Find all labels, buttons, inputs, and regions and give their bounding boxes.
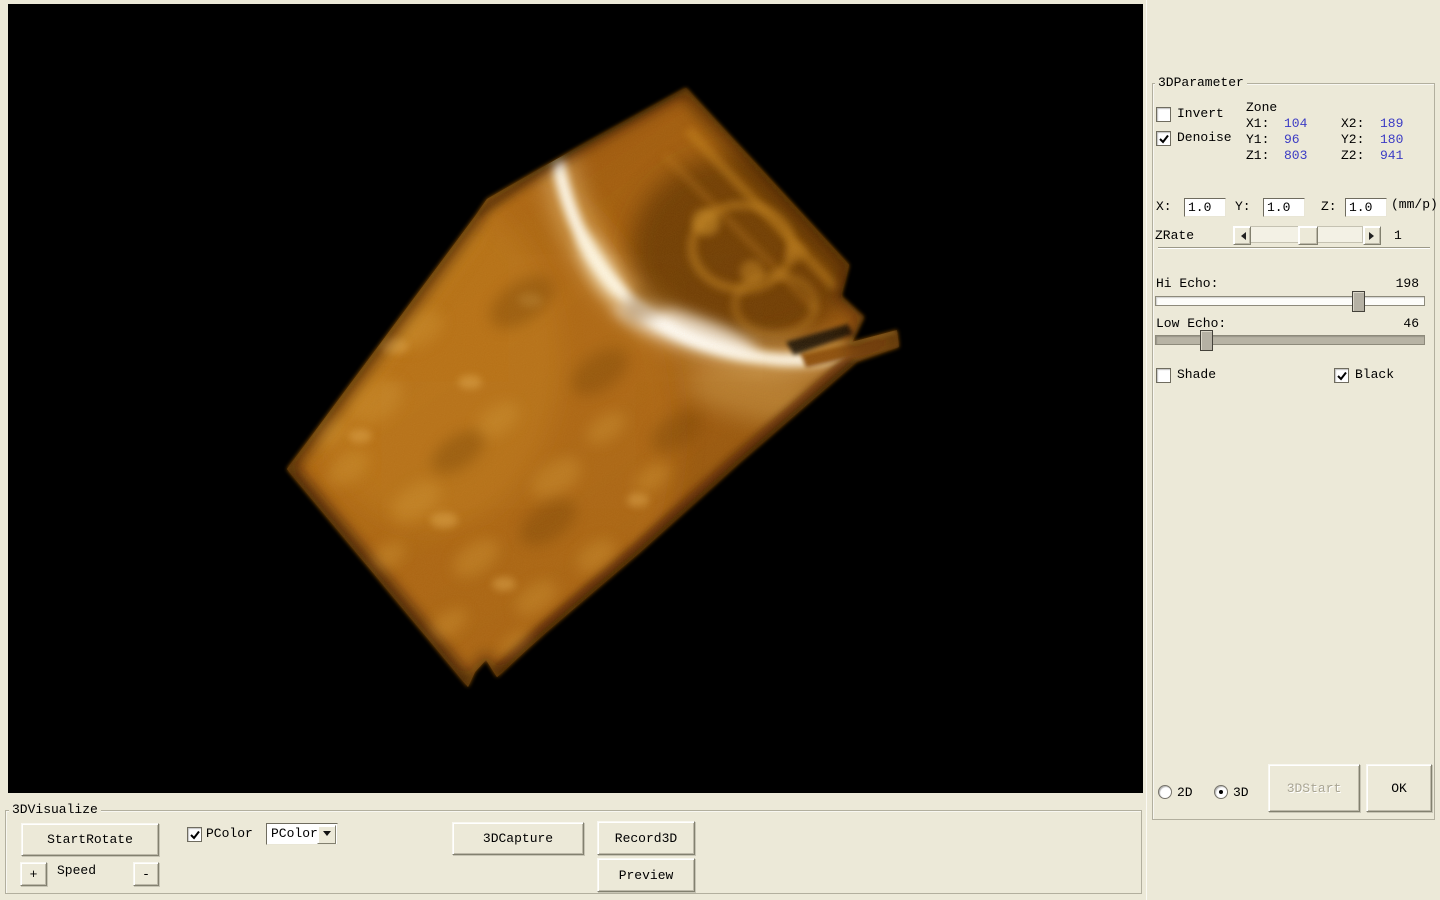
zrate-scroll-right-button[interactable] [1363, 226, 1381, 245]
zone-x1-label: X1: [1246, 117, 1269, 131]
x-scale-label: X: [1156, 200, 1172, 214]
ultrasound-volume-render [8, 4, 1143, 793]
visualize-group-title: 3DVisualize [9, 803, 101, 817]
low-echo-label: Low Echo: [1156, 317, 1226, 331]
start-rotate-button[interactable]: StartRotate [21, 823, 159, 856]
z-scale-label: Z: [1321, 200, 1337, 214]
denoise-label: Denoise [1177, 131, 1232, 145]
pcolor-dropdown[interactable]: PColor [266, 823, 338, 845]
radio-dot [1219, 790, 1223, 794]
zone-z1-value: 803 [1284, 149, 1307, 163]
zone-y2-value: 180 [1380, 133, 1403, 147]
invert-checkbox[interactable] [1156, 107, 1171, 122]
zrate-label: ZRate [1155, 229, 1194, 243]
app-window: 3DParameter Invert Denoise Zone X1: 104 … [0, 0, 1440, 900]
y-scale-input[interactable] [1263, 198, 1305, 217]
scale-unit-label: (mm/p) [1391, 198, 1438, 212]
zrate-scrollbar-thumb[interactable] [1298, 226, 1318, 245]
zone-title: Zone [1246, 101, 1277, 115]
black-label: Black [1355, 368, 1394, 382]
zone-y2-label: Y2: [1341, 133, 1364, 147]
zrate-scroll-left-button[interactable] [1233, 226, 1251, 245]
parameter-separator [1158, 247, 1430, 248]
check-icon [1159, 134, 1169, 144]
zone-z1-label: Z1: [1246, 149, 1269, 163]
check-icon [190, 830, 200, 840]
black-checkbox[interactable] [1334, 368, 1349, 383]
chevron-down-icon [323, 831, 331, 840]
start3d-button[interactable]: 3DStart [1268, 764, 1360, 812]
hi-echo-slider-thumb[interactable] [1352, 291, 1365, 312]
pcolor-dropdown-value: PColor [271, 826, 318, 841]
zone-z2-value: 941 [1380, 149, 1403, 163]
low-echo-slider-thumb[interactable] [1200, 330, 1213, 351]
speed-plus-button[interactable]: + [20, 862, 47, 886]
ultrasound-viewport[interactable] [8, 4, 1143, 793]
x-scale-input[interactable] [1184, 198, 1226, 217]
zone-x2-label: X2: [1341, 117, 1364, 131]
mode-2d-label: 2D [1177, 786, 1193, 800]
y-scale-label: Y: [1235, 200, 1251, 214]
invert-label: Invert [1177, 107, 1224, 121]
speed-label: Speed [57, 864, 96, 878]
hi-echo-label: Hi Echo: [1156, 277, 1218, 291]
shade-checkbox[interactable] [1156, 368, 1171, 383]
low-echo-slider-track[interactable] [1155, 335, 1425, 345]
low-echo-value: 46 [1377, 317, 1419, 331]
mode-2d-radio[interactable] [1158, 785, 1172, 799]
zone-x2-value: 189 [1380, 117, 1403, 131]
check-icon [1337, 371, 1347, 381]
pcolor-label: PColor [206, 827, 253, 841]
parameter-group-title: 3DParameter [1155, 76, 1247, 90]
zone-y1-value: 96 [1284, 133, 1300, 147]
parameter-groupbox [1152, 83, 1435, 820]
zone-y1-label: Y1: [1246, 133, 1269, 147]
z-scale-input[interactable] [1345, 198, 1387, 217]
denoise-checkbox[interactable] [1156, 131, 1171, 146]
mode-3d-label: 3D [1233, 786, 1249, 800]
zone-z2-label: Z2: [1341, 149, 1364, 163]
scroll-right-icon [1369, 232, 1378, 240]
zone-x1-value: 104 [1284, 117, 1307, 131]
panel-divider [1146, 0, 1147, 900]
pcolor-checkbox[interactable] [187, 827, 202, 842]
record3d-button[interactable]: Record3D [597, 821, 695, 855]
speed-minus-button[interactable]: - [133, 862, 159, 886]
scroll-left-icon [1237, 232, 1246, 240]
hi-echo-slider-track[interactable] [1155, 296, 1425, 306]
pcolor-dropdown-button[interactable] [317, 825, 336, 844]
capture3d-button[interactable]: 3DCapture [452, 822, 584, 855]
zrate-value: 1 [1394, 229, 1402, 243]
ok-button[interactable]: OK [1366, 764, 1432, 812]
preview-button[interactable]: Preview [597, 858, 695, 892]
hi-echo-value: 198 [1377, 277, 1419, 291]
mode-3d-radio[interactable] [1214, 785, 1228, 799]
shade-label: Shade [1177, 368, 1216, 382]
